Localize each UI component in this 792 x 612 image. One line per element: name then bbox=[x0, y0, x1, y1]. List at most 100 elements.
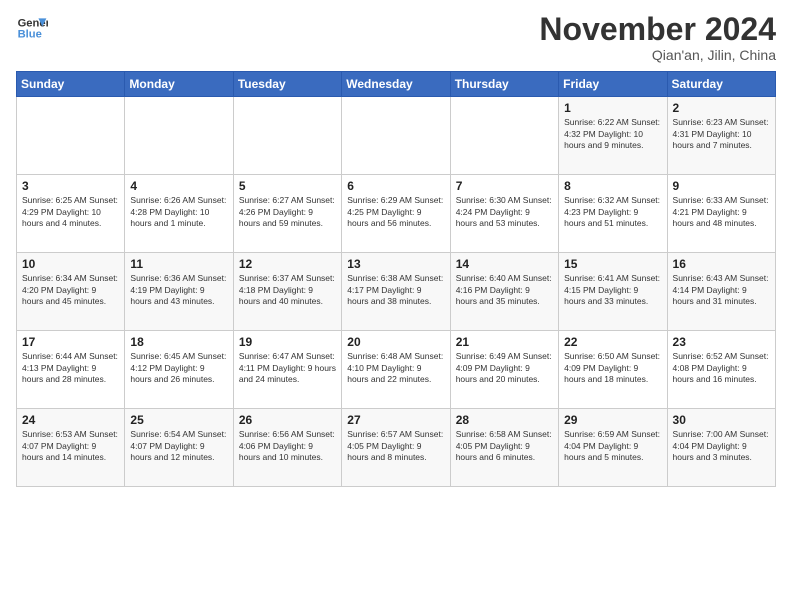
day-number: 14 bbox=[456, 257, 553, 271]
cell-2-0: 10 Sunrise: 6:34 AM Sunset: 4:20 PM Dayli… bbox=[17, 253, 125, 331]
day-info: Sunrise: 6:43 AM Sunset: 4:14 PM Dayligh… bbox=[673, 273, 770, 307]
cell-1-1: 4 Sunrise: 6:26 AM Sunset: 4:28 PM Daylig… bbox=[125, 175, 233, 253]
cell-0-0 bbox=[17, 97, 125, 175]
day-info: Sunrise: 6:53 AM Sunset: 4:07 PM Dayligh… bbox=[22, 429, 119, 463]
day-number: 8 bbox=[564, 179, 661, 193]
header: General Blue November 2024 Qian'an, Jili… bbox=[16, 12, 776, 63]
day-info: Sunrise: 6:58 AM Sunset: 4:05 PM Dayligh… bbox=[456, 429, 553, 463]
day-info: Sunrise: 6:26 AM Sunset: 4:28 PM Dayligh… bbox=[130, 195, 227, 229]
day-info: Sunrise: 6:38 AM Sunset: 4:17 PM Dayligh… bbox=[347, 273, 444, 307]
col-sunday: Sunday bbox=[17, 72, 125, 97]
day-number: 11 bbox=[130, 257, 227, 271]
week-row-2: 3Sunrise: 6:25 AM Sunset: 4:29 PM Daylig… bbox=[17, 175, 776, 253]
day-info: Sunrise: 6:40 AM Sunset: 4:16 PM Dayligh… bbox=[456, 273, 553, 307]
day-number: 21 bbox=[456, 335, 553, 349]
col-tuesday: Tuesday bbox=[233, 72, 341, 97]
cell-3-6: 23Sunrise: 6:52 AM Sunset: 4:08 PM Dayli… bbox=[667, 331, 775, 409]
col-friday: Friday bbox=[559, 72, 667, 97]
logo: General Blue bbox=[16, 12, 48, 44]
cell-3-1: 18 Sunrise: 6:45 AM Sunset: 4:12 PM Dayli… bbox=[125, 331, 233, 409]
cell-1-0: 3Sunrise: 6:25 AM Sunset: 4:29 PM Daylig… bbox=[17, 175, 125, 253]
cell-2-4: 14 Sunrise: 6:40 AM Sunset: 4:16 PM Dayli… bbox=[450, 253, 558, 331]
calendar-header: Sunday Monday Tuesday Wednesday Thursday… bbox=[17, 72, 776, 97]
cell-0-5: 1Sunrise: 6:22 AM Sunset: 4:32 PM Daylig… bbox=[559, 97, 667, 175]
cell-4-4: 28 Sunrise: 6:58 AM Sunset: 4:05 PM Dayli… bbox=[450, 409, 558, 487]
main-title: November 2024 bbox=[539, 12, 776, 47]
day-number: 12 bbox=[239, 257, 336, 271]
cell-4-3: 27 Sunrise: 6:57 AM Sunset: 4:05 PM Dayli… bbox=[342, 409, 450, 487]
day-info: Sunrise: 6:30 AM Sunset: 4:24 PM Dayligh… bbox=[456, 195, 553, 229]
day-number: 19 bbox=[239, 335, 336, 349]
day-number: 22 bbox=[564, 335, 661, 349]
logo-icon: General Blue bbox=[16, 12, 48, 44]
day-number: 29 bbox=[564, 413, 661, 427]
page: General Blue November 2024 Qian'an, Jili… bbox=[0, 0, 792, 495]
day-number: 27 bbox=[347, 413, 444, 427]
day-info: Sunrise: 6:59 AM Sunset: 4:04 PM Dayligh… bbox=[564, 429, 661, 463]
col-thursday: Thursday bbox=[450, 72, 558, 97]
day-info: Sunrise: 6:50 AM Sunset: 4:09 PM Dayligh… bbox=[564, 351, 661, 385]
col-wednesday: Wednesday bbox=[342, 72, 450, 97]
calendar: Sunday Monday Tuesday Wednesday Thursday… bbox=[16, 71, 776, 487]
cell-0-1 bbox=[125, 97, 233, 175]
cell-4-1: 25 Sunrise: 6:54 AM Sunset: 4:07 PM Dayli… bbox=[125, 409, 233, 487]
day-number: 26 bbox=[239, 413, 336, 427]
day-info: Sunrise: 6:52 AM Sunset: 4:08 PM Dayligh… bbox=[673, 351, 770, 385]
day-info: Sunrise: 6:47 AM Sunset: 4:11 PM Dayligh… bbox=[239, 351, 336, 385]
day-number: 20 bbox=[347, 335, 444, 349]
day-number: 5 bbox=[239, 179, 336, 193]
cell-3-0: 17Sunrise: 6:44 AM Sunset: 4:13 PM Dayli… bbox=[17, 331, 125, 409]
day-number: 2 bbox=[673, 101, 770, 115]
cell-1-2: 5 Sunrise: 6:27 AM Sunset: 4:26 PM Daylig… bbox=[233, 175, 341, 253]
day-number: 24 bbox=[22, 413, 119, 427]
day-info: Sunrise: 6:57 AM Sunset: 4:05 PM Dayligh… bbox=[347, 429, 444, 463]
cell-2-5: 15 Sunrise: 6:41 AM Sunset: 4:15 PM Dayli… bbox=[559, 253, 667, 331]
cell-0-2 bbox=[233, 97, 341, 175]
cell-3-5: 22 Sunrise: 6:50 AM Sunset: 4:09 PM Dayli… bbox=[559, 331, 667, 409]
day-number: 3 bbox=[22, 179, 119, 193]
calendar-body: 1Sunrise: 6:22 AM Sunset: 4:32 PM Daylig… bbox=[17, 97, 776, 487]
day-info: Sunrise: 6:27 AM Sunset: 4:26 PM Dayligh… bbox=[239, 195, 336, 229]
day-info: Sunrise: 6:32 AM Sunset: 4:23 PM Dayligh… bbox=[564, 195, 661, 229]
day-number: 1 bbox=[564, 101, 661, 115]
cell-2-3: 13Sunrise: 6:38 AM Sunset: 4:17 PM Dayli… bbox=[342, 253, 450, 331]
week-row-1: 1Sunrise: 6:22 AM Sunset: 4:32 PM Daylig… bbox=[17, 97, 776, 175]
day-info: Sunrise: 6:37 AM Sunset: 4:18 PM Dayligh… bbox=[239, 273, 336, 307]
day-number: 28 bbox=[456, 413, 553, 427]
day-number: 18 bbox=[130, 335, 227, 349]
day-number: 10 bbox=[22, 257, 119, 271]
day-info: Sunrise: 6:45 AM Sunset: 4:12 PM Dayligh… bbox=[130, 351, 227, 385]
day-info: Sunrise: 7:00 AM Sunset: 4:04 PM Dayligh… bbox=[673, 429, 770, 463]
day-number: 16 bbox=[673, 257, 770, 271]
day-number: 7 bbox=[456, 179, 553, 193]
col-saturday: Saturday bbox=[667, 72, 775, 97]
cell-2-6: 16 Sunrise: 6:43 AM Sunset: 4:14 PM Dayli… bbox=[667, 253, 775, 331]
cell-1-4: 7 Sunrise: 6:30 AM Sunset: 4:24 PM Daylig… bbox=[450, 175, 558, 253]
week-row-5: 24 Sunrise: 6:53 AM Sunset: 4:07 PM Dayli… bbox=[17, 409, 776, 487]
weekday-row: Sunday Monday Tuesday Wednesday Thursday… bbox=[17, 72, 776, 97]
cell-4-2: 26Sunrise: 6:56 AM Sunset: 4:06 PM Dayli… bbox=[233, 409, 341, 487]
day-info: Sunrise: 6:34 AM Sunset: 4:20 PM Dayligh… bbox=[22, 273, 119, 307]
day-number: 9 bbox=[673, 179, 770, 193]
cell-2-1: 11 Sunrise: 6:36 AM Sunset: 4:19 PM Dayli… bbox=[125, 253, 233, 331]
day-info: Sunrise: 6:48 AM Sunset: 4:10 PM Dayligh… bbox=[347, 351, 444, 385]
cell-4-6: 30 Sunrise: 7:00 AM Sunset: 4:04 PM Dayli… bbox=[667, 409, 775, 487]
cell-2-2: 12 Sunrise: 6:37 AM Sunset: 4:18 PM Dayli… bbox=[233, 253, 341, 331]
cell-1-3: 6Sunrise: 6:29 AM Sunset: 4:25 PM Daylig… bbox=[342, 175, 450, 253]
week-row-4: 17Sunrise: 6:44 AM Sunset: 4:13 PM Dayli… bbox=[17, 331, 776, 409]
cell-4-5: 29 Sunrise: 6:59 AM Sunset: 4:04 PM Dayli… bbox=[559, 409, 667, 487]
day-number: 25 bbox=[130, 413, 227, 427]
day-info: Sunrise: 6:36 AM Sunset: 4:19 PM Dayligh… bbox=[130, 273, 227, 307]
day-info: Sunrise: 6:49 AM Sunset: 4:09 PM Dayligh… bbox=[456, 351, 553, 385]
col-monday: Monday bbox=[125, 72, 233, 97]
cell-0-6: 2Sunrise: 6:23 AM Sunset: 4:31 PM Daylig… bbox=[667, 97, 775, 175]
cell-4-0: 24 Sunrise: 6:53 AM Sunset: 4:07 PM Dayli… bbox=[17, 409, 125, 487]
subtitle: Qian'an, Jilin, China bbox=[539, 47, 776, 63]
day-number: 6 bbox=[347, 179, 444, 193]
day-number: 30 bbox=[673, 413, 770, 427]
cell-3-4: 21 Sunrise: 6:49 AM Sunset: 4:09 PM Dayli… bbox=[450, 331, 558, 409]
day-number: 4 bbox=[130, 179, 227, 193]
day-info: Sunrise: 6:41 AM Sunset: 4:15 PM Dayligh… bbox=[564, 273, 661, 307]
day-info: Sunrise: 6:54 AM Sunset: 4:07 PM Dayligh… bbox=[130, 429, 227, 463]
day-number: 15 bbox=[564, 257, 661, 271]
